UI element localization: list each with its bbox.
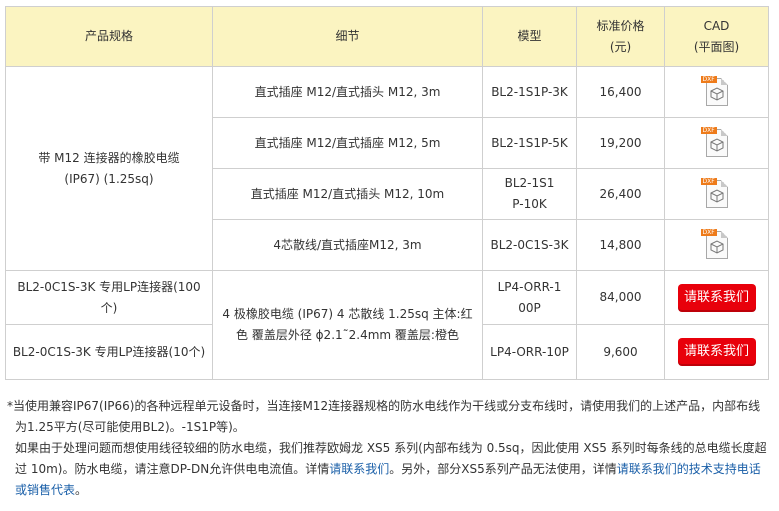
- price-cell: 16,400: [576, 66, 665, 118]
- price-cell: 14,800: [576, 219, 665, 271]
- lp-spec-cell: BL2-0C1S-3K 专用LP连接器(10个): [5, 324, 213, 380]
- detail-cell: 直式插座 M12/直式插头 M12, 10m: [212, 168, 483, 220]
- footnote-2-text-b: 。另外，部分XS5系列产品无法使用，详情: [389, 462, 617, 476]
- header-cad: CAD (平面图): [664, 6, 769, 67]
- page: 产品规格 细节 模型 标准价格 (元) CAD (平面图) 带 M12 连接器的…: [0, 0, 779, 511]
- detail-cell: 直式插座 M12/直式插座 M12, 5m: [212, 117, 483, 169]
- table-row: 带 M12 连接器的橡胶电缆 (IP67) (1.25sq) 直式插座 M12/…: [5, 66, 769, 271]
- model-cell: LP4-ORR-10P: [482, 324, 577, 380]
- detail-cell: 直式插座 M12/直式插头 M12, 3m: [212, 66, 483, 118]
- header-price: 标准价格 (元): [576, 6, 665, 67]
- header-spec: 产品规格: [5, 6, 213, 67]
- dxf-file-icon[interactable]: DXF: [700, 76, 733, 108]
- model-cell: BL2-1S1P-3K: [482, 66, 577, 118]
- detail-cell: 4芯散线/直式插座M12, 3m: [212, 219, 483, 271]
- price-cell: 84,000: [576, 270, 665, 325]
- dxf-file-icon[interactable]: DXF: [700, 178, 733, 210]
- model-text: LP4-ORR-100P: [497, 279, 562, 315]
- lp-detail-cell: 4 极橡胶电缆 (IP67) 4 芯散线 1.25sq 主体:红色 覆盖层外径 …: [212, 270, 483, 380]
- contact-us-button[interactable]: 请联系我们: [677, 338, 756, 366]
- cad-cell: DXF: [664, 66, 769, 118]
- lp-detail-text: 4 极橡胶电缆 (IP67) 4 芯散线 1.25sq 主体:红色 覆盖层外径 …: [222, 307, 473, 342]
- table-row: BL2-0C1S-3K 专用LP连接器(100个) 4 极橡胶电缆 (IP67)…: [5, 270, 769, 380]
- table-header-row: 产品规格 细节 模型 标准价格 (元) CAD (平面图): [5, 6, 769, 67]
- price-cell: 26,400: [576, 168, 665, 220]
- contact-cell: 请联系我们: [664, 324, 769, 380]
- price-cell: 19,200: [576, 117, 665, 169]
- header-model: 模型: [482, 6, 577, 67]
- lp-spec-cell: BL2-0C1S-3K 专用LP连接器(100个): [5, 270, 213, 325]
- model-cell: LP4-ORR-100P: [482, 270, 577, 325]
- footnotes: *当使用兼容IP67(IP66)的各种远程单元设备时，当连接M12连接器规格的防…: [7, 396, 772, 501]
- product-spec-table: 产品规格 细节 模型 标准价格 (元) CAD (平面图) 带 M12 连接器的…: [5, 6, 769, 380]
- contact-us-link[interactable]: 请联系我们: [329, 462, 389, 476]
- footnote-2-text-c: 。: [75, 483, 88, 497]
- header-cad-line1: CAD: [703, 18, 730, 33]
- contact-us-button[interactable]: 请联系我们: [677, 283, 756, 312]
- footnote-1: *当使用兼容IP67(IP66)的各种远程单元设备时，当连接M12连接器规格的防…: [7, 399, 761, 434]
- cad-cell: DXF: [664, 219, 769, 271]
- model-cell: BL2-1S1P-10K: [482, 168, 577, 220]
- model-text: BL2-1S1P-10K: [504, 176, 555, 211]
- lp-spec-text: BL2-0C1S-3K 专用LP连接器(10个): [12, 344, 206, 359]
- contact-cell: 请联系我们: [664, 270, 769, 325]
- cad-cell: DXF: [664, 168, 769, 220]
- model-cell: BL2-0C1S-3K: [482, 219, 577, 271]
- cable-spec-text: 带 M12 连接器的橡胶电缆 (IP67) (1.25sq): [38, 150, 180, 186]
- lp-spec-text: BL2-0C1S-3K 专用LP连接器(100个): [17, 279, 201, 315]
- cad-cell: DXF: [664, 117, 769, 169]
- footnote-2: 如果由于处理问题而想使用线径较细的防水电缆，我们推荐欧姆龙 XS5 系列(内部布…: [7, 438, 772, 501]
- dxf-file-icon[interactable]: DXF: [700, 229, 733, 261]
- header-cad-line2: (平面图): [693, 39, 740, 54]
- dxf-file-icon[interactable]: DXF: [700, 127, 733, 159]
- price-cell: 9,600: [576, 324, 665, 380]
- header-detail: 细节: [212, 6, 483, 67]
- header-price-line2: (元): [609, 39, 632, 54]
- header-price-line1: 标准价格: [596, 18, 645, 33]
- cable-spec-cell: 带 M12 连接器的橡胶电缆 (IP67) (1.25sq): [5, 66, 213, 271]
- model-cell: BL2-1S1P-5K: [482, 117, 577, 169]
